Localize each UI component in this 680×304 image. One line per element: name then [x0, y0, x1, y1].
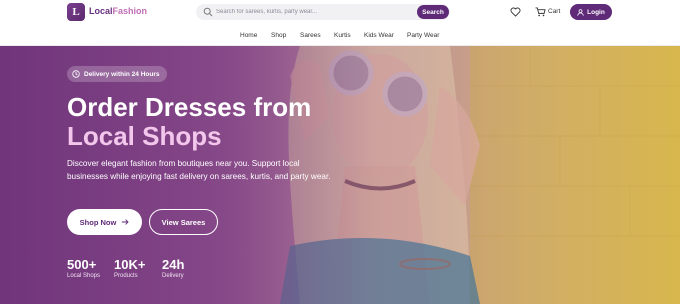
hero-title-line1: Order Dresses from — [67, 92, 312, 122]
stat-shops: 500+ Local Shops — [67, 257, 100, 279]
stat-label: Delivery — [162, 273, 184, 279]
nav-kids-wear[interactable]: Kids Wear — [364, 32, 394, 39]
hero-description: Discover elegant fashion from boutiques … — [67, 159, 331, 181]
logo-text[interactable]: LocalFashion — [89, 6, 147, 16]
badge-text: Delivery within 24 Hours — [84, 70, 160, 78]
shop-now-button[interactable]: Shop Now — [67, 209, 142, 235]
cart-icon[interactable] — [535, 7, 546, 17]
logo-mark[interactable]: L — [67, 3, 85, 21]
cart-label[interactable]: Cart — [548, 8, 560, 15]
stat-label: Products — [114, 273, 138, 279]
search-bar: Search — [196, 4, 450, 20]
heart-icon[interactable] — [510, 7, 521, 17]
nav-party-wear[interactable]: Party Wear — [407, 32, 439, 39]
stat-label: Local Shops — [67, 273, 101, 279]
clock-icon — [72, 70, 80, 78]
user-icon — [577, 8, 584, 16]
search-icon — [203, 7, 213, 17]
delivery-badge: Delivery within 24 Hours — [67, 66, 167, 82]
login-button[interactable]: Login — [570, 4, 612, 20]
hero-section: Delivery within 24 Hours Order Dresses f… — [0, 46, 680, 304]
search-input[interactable] — [216, 5, 411, 19]
shop-now-label: Shop Now — [79, 217, 117, 227]
stat-delivery: 24h Delivery — [162, 257, 184, 279]
nav-shop[interactable]: Shop — [271, 32, 286, 39]
view-sarees-button[interactable]: View Sarees — [149, 209, 218, 235]
top-header: L LocalFashion Search Cart Login — [0, 0, 680, 26]
hero-title-line2: Local Shops — [67, 121, 222, 151]
brand-name-part2: Fashion — [112, 6, 148, 16]
stat-value: 24h — [162, 257, 185, 272]
stat-value: 10K+ — [114, 257, 146, 272]
stat-products: 10K+ Products — [114, 257, 145, 279]
main-nav: Home Shop Sarees Kurtis Kids Wear Party … — [0, 26, 680, 46]
nav-kurtis[interactable]: Kurtis — [334, 32, 351, 39]
stat-value: 500+ — [67, 257, 97, 272]
login-label: Login — [587, 8, 605, 16]
search-button[interactable]: Search — [417, 5, 449, 19]
arrow-right-icon — [122, 219, 129, 225]
nav-home[interactable]: Home — [240, 32, 257, 39]
brand-name-part1: Local — [89, 6, 113, 16]
nav-sarees[interactable]: Sarees — [300, 32, 321, 39]
